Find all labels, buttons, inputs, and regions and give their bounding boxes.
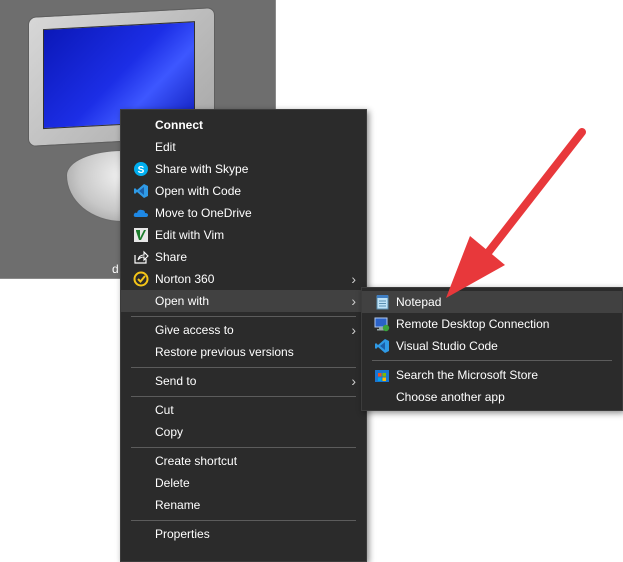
- share-icon: [133, 249, 149, 265]
- menu-item-create-shortcut[interactable]: Create shortcut: [121, 450, 366, 472]
- menu-separator: [131, 520, 356, 521]
- menu-item-label: Edit with Vim: [155, 228, 225, 242]
- menu-item-label: Share with Skype: [155, 162, 249, 176]
- menu-item-label: Move to OneDrive: [155, 206, 252, 220]
- menu-item-properties[interactable]: Properties: [121, 523, 366, 545]
- desktop-icon-label: d: [112, 262, 119, 276]
- submenu-item-notepad[interactable]: Notepad: [362, 291, 622, 313]
- menu-item-open-with[interactable]: Open with ›: [121, 290, 366, 312]
- chevron-right-icon: ›: [351, 373, 356, 389]
- menu-item-label: Delete: [155, 476, 190, 490]
- menu-separator: [131, 447, 356, 448]
- context-menu: Connect Edit S Share with Skype Open wit…: [120, 109, 367, 562]
- menu-item-label: Share: [155, 250, 188, 264]
- menu-separator: [131, 316, 356, 317]
- menu-item-share-with-skype[interactable]: S Share with Skype: [121, 158, 366, 180]
- notepad-icon: [374, 294, 390, 310]
- menu-item-send-to[interactable]: Send to ›: [121, 370, 366, 392]
- submenu-item-label: Notepad: [396, 295, 442, 309]
- menu-item-label: Edit: [155, 140, 176, 154]
- submenu-item-visual-studio-code[interactable]: Visual Studio Code: [362, 335, 622, 357]
- menu-item-label: Connect: [155, 118, 203, 132]
- menu-item-edit-with-vim[interactable]: Edit with Vim: [121, 224, 366, 246]
- menu-item-rename[interactable]: Rename: [121, 494, 366, 516]
- menu-item-give-access-to[interactable]: Give access to ›: [121, 319, 366, 341]
- svg-text:S: S: [138, 165, 145, 176]
- skype-icon: S: [133, 161, 149, 177]
- chevron-right-icon: ›: [351, 293, 356, 309]
- menu-item-label: Give access to: [155, 323, 234, 337]
- vim-icon: [133, 227, 149, 243]
- menu-item-label: Open with: [155, 294, 210, 308]
- chevron-right-icon: ›: [351, 322, 356, 338]
- menu-item-label: Norton 360: [155, 272, 215, 286]
- menu-item-label: Properties: [155, 527, 210, 541]
- menu-item-label: Open with Code: [155, 184, 242, 198]
- submenu-item-label: Search the Microsoft Store: [396, 368, 539, 382]
- chevron-right-icon: ›: [351, 271, 356, 287]
- menu-item-label: Rename: [155, 498, 201, 512]
- menu-item-delete[interactable]: Delete: [121, 472, 366, 494]
- vscode-icon: [374, 338, 390, 354]
- menu-item-share[interactable]: Share: [121, 246, 366, 268]
- submenu-item-label: Remote Desktop Connection: [396, 317, 550, 331]
- menu-item-label: Create shortcut: [155, 454, 238, 468]
- submenu-item-search-the-microsoft-store[interactable]: Search the Microsoft Store: [362, 364, 622, 386]
- submenu-item-remote-desktop-connection[interactable]: Remote Desktop Connection: [362, 313, 622, 335]
- menu-item-label: Copy: [155, 425, 184, 439]
- menu-separator: [372, 360, 612, 361]
- menu-separator: [131, 396, 356, 397]
- submenu-item-label: Visual Studio Code: [396, 339, 498, 353]
- menu-item-move-to-onedrive[interactable]: Move to OneDrive: [121, 202, 366, 224]
- menu-item-copy[interactable]: Copy: [121, 421, 366, 443]
- menu-item-connect[interactable]: Connect: [121, 114, 366, 136]
- menu-item-norton-360[interactable]: Norton 360 ›: [121, 268, 366, 290]
- menu-item-label: Cut: [155, 403, 174, 417]
- menu-item-cut[interactable]: Cut: [121, 399, 366, 421]
- menu-item-label: Send to: [155, 374, 197, 388]
- menu-item-open-with-code[interactable]: Open with Code: [121, 180, 366, 202]
- store-icon: [374, 367, 390, 383]
- open-with-submenu: Notepad Remote Desktop Connection Visual…: [361, 287, 623, 411]
- remote-desktop-icon: [374, 316, 390, 332]
- menu-item-restore-previous-versions[interactable]: Restore previous versions: [121, 341, 366, 363]
- norton-icon: [133, 271, 149, 287]
- vscode-icon: [133, 183, 149, 199]
- submenu-item-choose-another-app[interactable]: Choose another app: [362, 386, 622, 408]
- menu-separator: [131, 367, 356, 368]
- menu-item-edit[interactable]: Edit: [121, 136, 366, 158]
- onedrive-icon: [133, 205, 149, 221]
- menu-item-label: Restore previous versions: [155, 345, 294, 359]
- submenu-item-label: Choose another app: [396, 390, 505, 404]
